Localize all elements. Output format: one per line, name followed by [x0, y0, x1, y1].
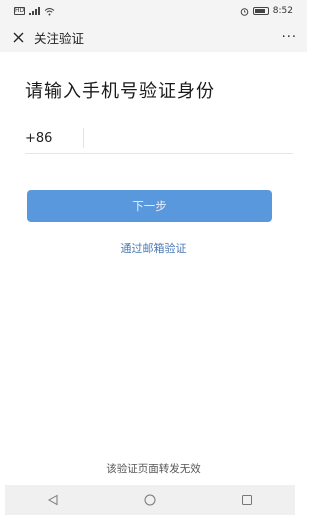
home-circle-icon: [144, 494, 156, 506]
page-title: 关注验证: [34, 30, 85, 46]
nav-back-button[interactable]: [42, 489, 64, 511]
close-icon: [13, 32, 23, 42]
recents-square-icon: [241, 495, 252, 505]
close-button[interactable]: [10, 29, 26, 45]
back-triangle-icon: [48, 494, 58, 506]
status-right: 8:52: [240, 6, 293, 16]
verify-by-email-link[interactable]: 通过邮箱验证: [0, 240, 307, 256]
status-bar: HD 8:52: [0, 0, 307, 22]
phone-number-input[interactable]: [84, 124, 293, 152]
forward-invalid-note: 该验证页面转发无效: [106, 463, 201, 475]
next-step-button[interactable]: 下一步: [27, 190, 272, 222]
status-time: 8:52: [272, 6, 293, 16]
alarm-icon: [240, 7, 249, 16]
battery-icon: [252, 7, 269, 15]
nav-recents-button[interactable]: [236, 489, 258, 511]
status-left: HD: [14, 7, 55, 16]
verify-heading: 请输入手机号验证身份: [25, 81, 215, 102]
wifi-icon: [44, 7, 55, 15]
country-code[interactable]: +86: [25, 131, 83, 146]
sim-icon: HD: [14, 7, 25, 15]
nav-home-button[interactable]: [139, 489, 161, 511]
cellular-signal-icon: [29, 7, 40, 15]
android-nav-bar: [5, 485, 295, 515]
header-bar: 关注验证 ···: [0, 22, 307, 52]
more-button[interactable]: ···: [282, 30, 297, 45]
phone-input-row: +86: [25, 123, 293, 154]
